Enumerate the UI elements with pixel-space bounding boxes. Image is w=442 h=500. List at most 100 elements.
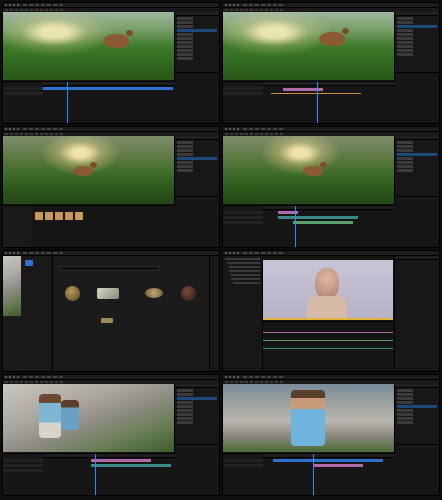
outliner-row[interactable] [177, 389, 217, 392]
outliner-row[interactable] [397, 397, 437, 400]
outliner-row[interactable] [177, 53, 217, 56]
outliner-row[interactable] [177, 45, 217, 48]
toolbar-buttons[interactable] [225, 381, 285, 383]
toolbar-buttons[interactable] [5, 133, 65, 135]
viewport[interactable] [223, 12, 395, 80]
outliner-row[interactable] [177, 401, 217, 404]
outliner-row[interactable] [177, 149, 217, 152]
timeline-ruler[interactable] [43, 82, 175, 86]
viewport[interactable] [3, 136, 175, 204]
outliner-row[interactable] [397, 33, 437, 36]
outliner-row[interactable] [397, 49, 437, 52]
menu-bar[interactable] [23, 376, 63, 378]
character-icon[interactable] [315, 268, 339, 298]
outliner-row[interactable] [177, 405, 217, 408]
outliner-row[interactable] [177, 417, 217, 420]
asset-thumbnail[interactable] [75, 212, 83, 220]
outliner-row[interactable] [397, 141, 437, 144]
search-input[interactable] [59, 266, 159, 271]
window-controls[interactable] [225, 128, 239, 130]
outliner-row[interactable] [397, 165, 437, 168]
character-model[interactable] [291, 390, 325, 446]
playhead[interactable] [95, 454, 96, 495]
track-bar[interactable] [91, 459, 151, 462]
outliner-row[interactable] [397, 389, 437, 392]
window-controls[interactable] [225, 376, 239, 378]
track-row[interactable] [3, 87, 43, 90]
window-controls[interactable] [5, 252, 19, 254]
toolbar-buttons[interactable] [225, 9, 285, 11]
menu-bar[interactable] [243, 128, 283, 130]
menu-bar[interactable] [243, 376, 283, 378]
track-bar[interactable] [91, 464, 171, 467]
deer-model[interactable] [103, 30, 133, 48]
curve[interactable] [263, 340, 393, 341]
viewport-strip[interactable] [3, 256, 21, 316]
tree-row[interactable] [229, 266, 260, 268]
viewport[interactable] [223, 384, 395, 452]
outliner-row[interactable] [177, 41, 217, 44]
outliner-row-selected[interactable] [397, 153, 437, 156]
menu-bar[interactable] [23, 128, 63, 130]
playhead[interactable] [313, 454, 314, 495]
menu-bar[interactable] [243, 252, 283, 254]
outliner-row[interactable] [177, 165, 217, 168]
outliner-row[interactable] [177, 413, 217, 416]
tree-row[interactable] [227, 262, 260, 264]
track-row[interactable] [223, 221, 263, 224]
outliner-row[interactable] [397, 53, 437, 56]
track-row[interactable] [223, 92, 263, 95]
curve[interactable] [263, 348, 393, 349]
track-row[interactable] [3, 464, 43, 467]
deer-model[interactable] [303, 162, 327, 176]
track-bar[interactable] [313, 464, 363, 467]
track-row[interactable] [223, 211, 263, 214]
outliner-row[interactable] [177, 169, 217, 172]
folder-tree[interactable] [3, 206, 31, 247]
track-bar[interactable] [271, 93, 361, 94]
track-row[interactable] [3, 459, 43, 462]
asset-thumbnail[interactable] [65, 212, 73, 220]
track-bar[interactable] [293, 221, 353, 224]
asset-thumbnail[interactable] [35, 212, 43, 220]
track-bar[interactable] [43, 87, 173, 90]
outliner-row[interactable] [397, 41, 437, 44]
outliner-row[interactable] [177, 33, 217, 36]
menu-bar[interactable] [243, 4, 283, 6]
menu-bar[interactable] [23, 4, 63, 6]
outliner-row[interactable] [177, 17, 217, 20]
outliner-row-selected[interactable] [397, 25, 437, 28]
outliner-row[interactable] [397, 45, 437, 48]
asset-thumbnail[interactable] [101, 318, 113, 323]
outliner-row[interactable] [177, 21, 217, 24]
folder-tree[interactable] [21, 256, 53, 371]
outliner-row-selected[interactable] [177, 157, 217, 160]
outliner-row[interactable] [397, 149, 437, 152]
sphere-icon[interactable] [181, 286, 196, 301]
outliner-row[interactable] [177, 57, 217, 60]
outliner-row[interactable] [397, 169, 437, 172]
sphere-icon[interactable] [65, 286, 80, 301]
asset-thumbnail[interactable] [55, 212, 63, 220]
outliner-row[interactable] [397, 157, 437, 160]
asset-thumbnail[interactable] [97, 288, 119, 299]
window-controls[interactable] [225, 252, 239, 254]
asset-thumbnail[interactable] [45, 212, 53, 220]
timeline-ruler[interactable] [43, 454, 175, 458]
track-row[interactable] [223, 87, 263, 90]
outliner-row[interactable] [397, 417, 437, 420]
playhead[interactable] [317, 82, 318, 123]
track-bar[interactable] [273, 459, 383, 462]
timeline-ruler[interactable] [263, 454, 395, 458]
outliner-row-selected[interactable] [177, 397, 217, 400]
timeline-ruler[interactable] [263, 82, 395, 86]
outliner-row[interactable] [397, 421, 437, 424]
toolbar-buttons[interactable] [225, 133, 285, 135]
outliner-row[interactable] [397, 37, 437, 40]
tree-row[interactable] [229, 270, 260, 272]
track-row[interactable] [3, 92, 43, 95]
window-controls[interactable] [5, 128, 19, 130]
window-controls[interactable] [5, 376, 19, 378]
timeline-ruler[interactable] [263, 206, 395, 210]
outliner-row-selected[interactable] [397, 405, 437, 408]
